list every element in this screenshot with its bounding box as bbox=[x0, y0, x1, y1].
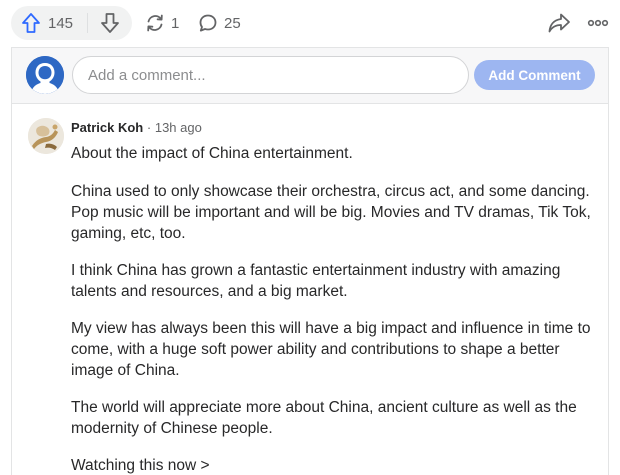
upvote-count: 145 bbox=[48, 14, 74, 32]
author-avatar[interactable] bbox=[28, 118, 64, 154]
arrow-up-icon bbox=[22, 13, 40, 33]
share-arrow-icon bbox=[548, 13, 570, 33]
comment-body: About the impact of China entertainment.… bbox=[71, 143, 596, 475]
vote-pill: 145 bbox=[11, 6, 132, 40]
comment-paragraph: China used to only showcase their orches… bbox=[71, 183, 591, 242]
author-photo-icon bbox=[28, 118, 64, 154]
share-count: 1 bbox=[171, 14, 180, 32]
more-dots-icon bbox=[587, 19, 609, 27]
comment-paragraph: About the impact of China entertainment. bbox=[71, 145, 353, 162]
downvote-button[interactable] bbox=[97, 11, 123, 35]
comment-composer: Add Comment bbox=[11, 47, 609, 103]
comment-card: Patrick Koh · 13h ago About the impact o… bbox=[11, 103, 609, 475]
comment-timestamp: 13h ago bbox=[154, 120, 202, 135]
share-button[interactable]: 1 bbox=[144, 10, 179, 36]
watching-link[interactable]: Watching this now > bbox=[71, 455, 596, 475]
comment-input[interactable] bbox=[72, 56, 469, 94]
vote-divider bbox=[87, 13, 88, 33]
comments-button[interactable]: 25 bbox=[197, 10, 241, 36]
comment-count: 25 bbox=[224, 14, 241, 32]
author-name[interactable]: Patrick Koh bbox=[71, 120, 143, 135]
reshare-icon bbox=[147, 14, 163, 32]
comment-paragraph: The world will appreciate more about Chi… bbox=[71, 399, 577, 437]
comment-bubble-icon bbox=[199, 14, 217, 32]
user-avatar bbox=[26, 56, 64, 94]
forward-button[interactable] bbox=[546, 11, 572, 35]
comment-paragraph: I think China has grown a fantastic ente… bbox=[71, 262, 561, 300]
meta-separator: · bbox=[146, 120, 152, 135]
comment-paragraph: My view has always been this will have a… bbox=[71, 320, 591, 379]
default-avatar-icon bbox=[26, 56, 64, 94]
upvote-button[interactable]: 145 bbox=[21, 10, 73, 36]
comment-meta: Patrick Koh · 13h ago bbox=[71, 120, 202, 135]
arrow-down-icon bbox=[101, 13, 119, 33]
more-button[interactable] bbox=[586, 14, 610, 32]
add-comment-button[interactable]: Add Comment bbox=[474, 60, 595, 90]
action-bar: 145 1 25 bbox=[0, 0, 620, 46]
